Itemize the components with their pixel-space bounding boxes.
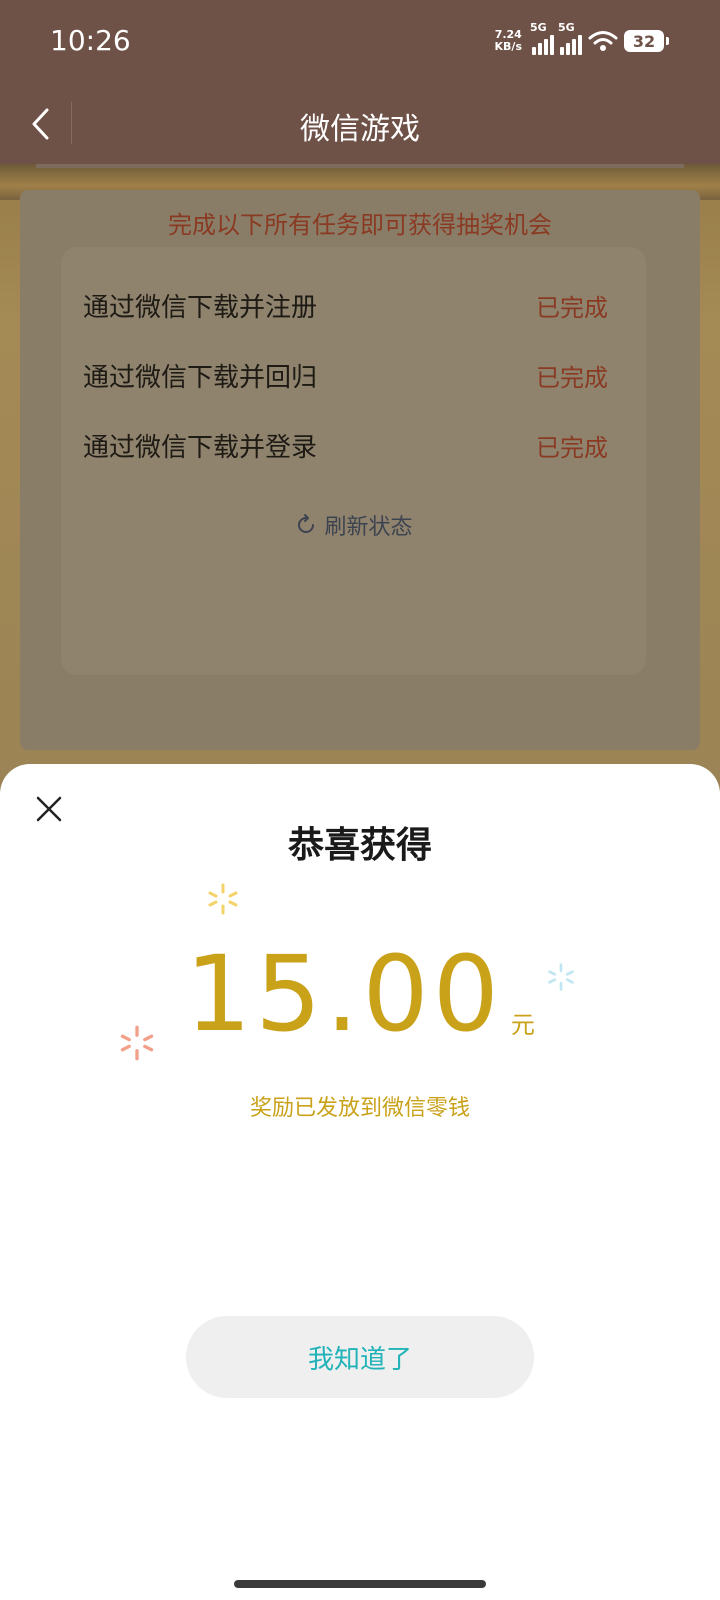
signal-1-label: 5G — [530, 21, 547, 34]
battery-level: 32 — [632, 31, 656, 51]
sparkle-icon — [208, 883, 238, 915]
task-status: 已完成 — [536, 363, 608, 392]
home-indicator[interactable] — [234, 1580, 486, 1588]
reward-unit: 元 — [510, 1011, 535, 1039]
status-bar: 10:26 7.24 KB/s 5G 5G 32 — [0, 0, 720, 84]
task-heading: 完成以下所有任务即可获得抽奖机会 — [168, 211, 552, 239]
task-row: 通过微信下载并注册 已完成 — [83, 285, 608, 325]
task-name: 通过微信下载并登录 — [83, 432, 318, 463]
task-card: 通过微信下载并注册 已完成 通过微信下载并回归 已完成 通过微信下载并登录 已完… — [61, 247, 646, 675]
title-bar: 微信游戏 — [0, 84, 720, 164]
refresh-status-button[interactable]: 刷新状态 — [61, 509, 646, 541]
network-speed: 7.24 KB/s — [495, 29, 522, 53]
task-panel: 完成以下所有任务即可获得抽奖机会 通过微信下载并注册 已完成 通过微信下载并回归… — [20, 190, 700, 750]
confirm-button[interactable]: 我知道了 — [186, 1316, 534, 1398]
task-row: 通过微信下载并登录 已完成 — [83, 425, 608, 465]
status-time: 10:26 — [50, 24, 131, 57]
dialog-title: 恭喜获得 — [287, 825, 432, 866]
signal-2-icon: 5G — [558, 21, 582, 55]
reward-amount-row: 15.00 元 — [0, 942, 720, 1046]
network-speed-unit: KB/s — [494, 40, 522, 53]
task-status: 已完成 — [536, 433, 608, 462]
refresh-icon — [298, 514, 315, 533]
refresh-label: 刷新状态 — [324, 515, 413, 540]
task-row: 通过微信下载并回归 已完成 — [83, 355, 608, 395]
reward-note: 奖励已发放到微信零钱 — [249, 1096, 470, 1121]
status-icons: 7.24 KB/s 5G 5G 32 — [495, 21, 669, 58]
signal-1-icon: 5G — [530, 21, 554, 55]
reward-dialog: 恭喜获得 15.00 元 奖励已发放到微信零钱 我知道了 — [0, 764, 720, 1600]
signal-2-label: 5G — [558, 21, 575, 34]
wifi-icon — [588, 31, 618, 51]
reward-amount: 15.00 — [185, 933, 503, 1055]
task-name: 通过微信下载并回归 — [83, 362, 318, 393]
page-title: 微信游戏 — [300, 112, 420, 147]
task-status: 已完成 — [536, 293, 608, 322]
battery-icon: 32 — [624, 30, 669, 52]
task-name: 通过微信下载并注册 — [83, 292, 318, 323]
